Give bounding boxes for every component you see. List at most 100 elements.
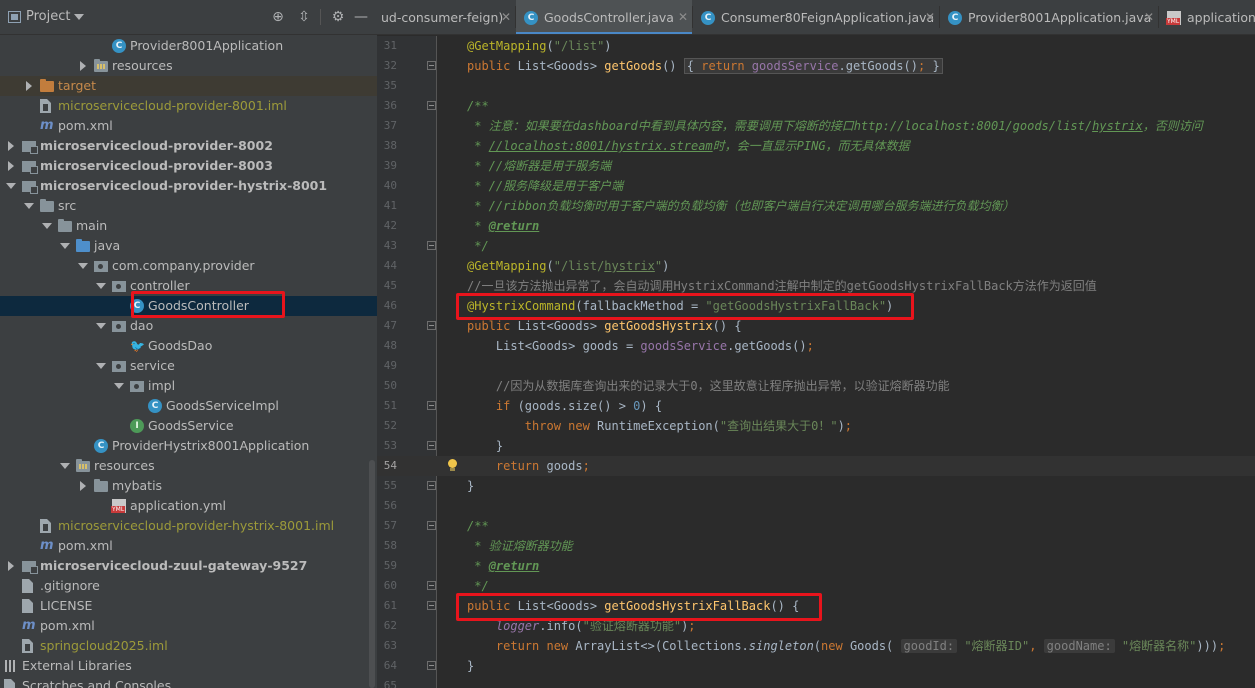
tree-item[interactable]: C GoodsController [0,296,377,316]
hide-panel-icon[interactable]: — [352,8,370,26]
chevron-down-icon[interactable] [60,236,72,256]
code-line[interactable]: 53 } [377,436,1255,456]
chevron-down-icon[interactable] [60,456,72,476]
tree-item[interactable]: resources [0,456,377,476]
chevron-down-icon[interactable] [6,176,18,196]
close-icon[interactable]: ✕ [678,0,688,34]
code-line[interactable]: 36 /** [377,96,1255,116]
code-line[interactable]: 38 * //localhost:8001/hystrix.stream时，会一… [377,136,1255,156]
editor-tab[interactable]: application.y [1159,0,1255,34]
tree-item[interactable]: LICENSE [0,596,377,616]
chevron-right-icon[interactable] [78,476,90,496]
editor-tab[interactable]: C GoodsController.java ✕ [516,0,692,34]
editor-tab[interactable]: C Consumer80FeignApplication.java ✕ [693,0,939,34]
tree-item[interactable]: C Provider8001Application [0,36,377,56]
close-icon[interactable]: ✕ [1144,0,1154,34]
tree-item[interactable]: mybatis [0,476,377,496]
tree-item[interactable]: java [0,236,377,256]
close-icon[interactable]: ✕ [501,0,511,34]
tree-item[interactable]: .gitignore [0,576,377,596]
fold-marker-icon[interactable] [427,441,436,450]
tree-item[interactable]: microservicecloud-provider-8001.iml [0,96,377,116]
code-line[interactable]: 59 * @return [377,556,1255,576]
tree-item[interactable]: I GoodsService [0,416,377,436]
chevron-down-icon[interactable] [96,316,108,336]
code-line[interactable]: 43 */ [377,236,1255,256]
code-line[interactable]: 49 [377,356,1255,376]
code-line[interactable]: 41 * //ribbon负载均衡时用于客户端的负载均衡（也即客户端自行决定调用… [377,196,1255,216]
code-line[interactable]: 62 logger.info("验证熔断器功能"); [377,616,1255,636]
chevron-right-icon[interactable] [78,56,90,76]
tree-item[interactable]: resources [0,56,377,76]
code-line[interactable]: 52 throw new RuntimeException("查询出结果大于0！… [377,416,1255,436]
code-line[interactable]: 42 * @return [377,216,1255,236]
fold-marker-icon[interactable] [427,101,436,110]
tree-item[interactable]: springcloud2025.iml [0,636,377,656]
tree-item[interactable]: C ProviderHystrix8001Application [0,436,377,456]
editor-tab[interactable]: C Provider8001Application.java ✕ [940,0,1158,34]
tree-item[interactable]: src [0,196,377,216]
fold-marker-icon[interactable] [427,481,436,490]
tree-item[interactable]: m pom.xml [0,536,377,556]
code-line[interactable]: 37 * 注意：如果要在dashboard中看到具体内容，需要调用下熔断的接口h… [377,116,1255,136]
code-line[interactable]: 31 @GetMapping("/list") [377,36,1255,56]
tree-item[interactable]: main [0,216,377,236]
fold-marker-icon[interactable] [427,241,436,250]
code-line[interactable]: 65 [377,676,1255,688]
chevron-down-icon[interactable] [114,376,126,396]
code-line[interactable]: 50 //因为从数据库查询出来的记录大于0，这里故意让程序抛出异常，以验证熔断器… [377,376,1255,396]
chevron-right-icon[interactable] [24,76,36,96]
chevron-right-icon[interactable] [6,556,18,576]
lightbulb-icon[interactable] [447,459,458,472]
code-line[interactable]: 54 return goods; [377,456,1255,476]
chevron-down-icon[interactable] [78,256,90,276]
tree-item[interactable]: External Libraries [0,656,377,676]
code-line[interactable]: 61 public List<Goods> getGoodsHystrixFall… [377,596,1255,616]
fold-marker-icon[interactable] [427,401,436,410]
tree-item[interactable]: C GoodsServiceImpl [0,396,377,416]
fold-marker-icon[interactable] [427,521,436,530]
chevron-down-icon[interactable] [74,14,84,20]
locate-target-icon[interactable]: ⊕ [269,8,287,26]
gear-icon[interactable]: ⚙ [329,8,347,26]
chevron-down-icon[interactable] [96,276,108,296]
chevron-down-icon[interactable] [96,356,108,376]
fold-marker-icon[interactable] [427,61,436,70]
tree-item[interactable]: microservicecloud-provider-8002 [0,136,377,156]
tree-item[interactable]: service [0,356,377,376]
project-view-selector[interactable]: Project [26,9,70,24]
tree-item[interactable]: impl [0,376,377,396]
code-line[interactable]: 39 * //熔断器是用于服务端 [377,156,1255,176]
code-line[interactable]: 56 [377,496,1255,516]
chevron-right-icon[interactable] [6,156,18,176]
code-editor[interactable]: 31 @GetMapping("/list") 32 public List<Good… [377,36,1255,688]
code-line[interactable]: 55} [377,476,1255,496]
code-line[interactable]: 60 */ [377,576,1255,596]
editor-tab[interactable]: ud-consumer-feign) ✕ [377,0,515,34]
code-line[interactable]: 32 public List<Goods> getGoods() { return… [377,56,1255,76]
fold-marker-icon[interactable] [427,581,436,590]
close-icon[interactable]: ✕ [925,0,935,34]
code-line[interactable]: 46 @HystrixCommand(fallbackMethod = "getG… [377,296,1255,316]
code-line[interactable]: 64} [377,656,1255,676]
code-area[interactable]: 31 @GetMapping("/list") 32 public List<Good… [377,36,1255,688]
fold-marker-icon[interactable] [427,661,436,670]
fold-marker-icon[interactable] [427,321,436,330]
code-line[interactable]: 48 List<Goods> goods = goodsService.getG… [377,336,1255,356]
tree-item[interactable]: m pom.xml [0,116,377,136]
code-line[interactable]: 45 //一旦该方法抛出异常了，会自动调用HystrixCommand注解中制定的… [377,276,1255,296]
code-line[interactable]: 58 * 验证熔断器功能 [377,536,1255,556]
tree-item[interactable]: Scratches and Consoles [0,676,377,688]
tree-item[interactable]: target [0,76,377,96]
tree-item[interactable]: microservicecloud-provider-hystrix-8001.… [0,516,377,536]
tree-item[interactable]: application.yml [0,496,377,516]
chevron-down-icon[interactable] [42,216,54,236]
code-line[interactable]: 44 @GetMapping("/list/hystrix") [377,256,1255,276]
tree-item[interactable]: microservicecloud-zuul-gateway-9527 [0,556,377,576]
chevron-right-icon[interactable] [6,136,18,156]
fold-marker-icon[interactable] [427,601,436,610]
tree-item[interactable]: microservicecloud-provider-8003 [0,156,377,176]
tree-item[interactable]: 🐦 GoodsDao [0,336,377,356]
tree-item[interactable]: microservicecloud-provider-hystrix-8001 [0,176,377,196]
chevron-down-icon[interactable] [24,196,36,216]
